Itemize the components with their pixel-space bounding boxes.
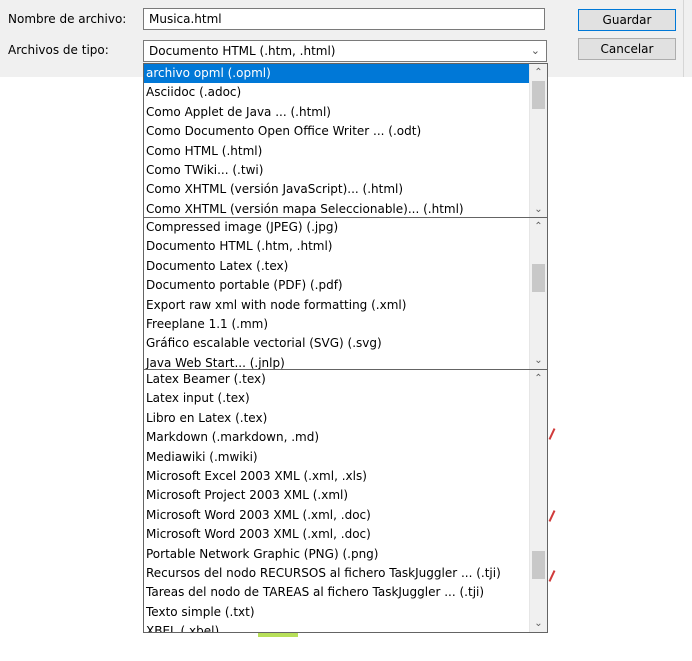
filetype-list-page-3[interactable]: Latex Beamer (.tex) Latex input (.tex) Lib… [143,369,548,633]
scrollbar[interactable]: ⌃ ⌄ [529,64,547,218]
list-item[interactable]: Compressed image (JPEG) (.jpg) [144,218,529,237]
filename-label: Nombre de archivo: [8,12,127,26]
list-item[interactable]: Asciidoc (.adoc) [144,83,529,102]
background-shape [258,633,298,637]
list-items: Compressed image (JPEG) (.jpg) Documento … [144,218,529,369]
list-item[interactable]: Markdown (.markdown, .md) [144,428,529,447]
scrollbar-thumb[interactable] [532,81,545,109]
list-item[interactable]: Latex Beamer (.tex) [144,370,529,389]
list-item[interactable]: Como Applet de Java ... (.html) [144,103,529,122]
background-mark [548,428,556,440]
list-item[interactable]: Microsoft Excel 2003 XML (.xml, .xls) [144,467,529,486]
cancel-button[interactable]: Cancelar [578,38,676,60]
list-items: archivo opml (.opml) Asciidoc (.adoc) Como… [144,64,529,218]
list-item[interactable]: Microsoft Word 2003 XML (.xml, .doc) [144,506,529,525]
list-item[interactable]: Documento HTML (.htm, .html) [144,237,529,256]
list-item[interactable]: Freeplane 1.1 (.mm) [144,315,529,334]
chevron-down-icon[interactable]: ⌄ [530,615,547,632]
chevron-down-icon[interactable]: ⌄ [530,201,547,218]
list-item[interactable]: Documento portable (PDF) (.pdf) [144,276,529,295]
scrollbar[interactable]: ⌃ ⌄ [529,370,547,632]
filetype-label: Archivos de tipo: [8,43,109,57]
list-item[interactable]: Como Documento Open Office Writer ... (.… [144,122,529,141]
save-button[interactable]: Guardar [578,9,676,31]
list-item[interactable]: Microsoft Project 2003 XML (.xml) [144,486,529,505]
list-item[interactable]: Texto simple (.txt) [144,603,529,622]
background-mark [548,510,556,522]
list-item[interactable]: Microsoft Word 2003 XML (.xml, .doc) [144,525,529,544]
filetype-dropdown[interactable]: Documento HTML (.htm, .html) ⌄ [143,40,547,62]
scrollbar-thumb[interactable] [532,264,545,293]
list-item[interactable]: Libro en Latex (.tex) [144,409,529,428]
chevron-up-icon[interactable]: ⌃ [530,370,547,387]
chevron-down-icon[interactable]: ⌄ [530,352,547,369]
list-item[interactable]: Gráfico escalable vectorial (SVG) (.svg) [144,334,529,353]
background-mark [548,570,556,582]
scrollbar[interactable]: ⌃ ⌄ [529,218,547,369]
filetype-selected-value: Documento HTML (.htm, .html) [149,44,336,58]
filetype-list-page-2[interactable]: Compressed image (JPEG) (.jpg) Documento … [143,217,548,370]
filename-input[interactable] [143,8,545,30]
list-items: Latex Beamer (.tex) Latex input (.tex) Lib… [144,370,529,632]
list-item[interactable]: Documento Latex (.tex) [144,257,529,276]
list-item[interactable]: Export raw xml with node formatting (.xm… [144,296,529,315]
filetype-list-page-1[interactable]: archivo opml (.opml) Asciidoc (.adoc) Como… [143,63,548,219]
list-item[interactable]: Como XHTML (versión JavaScript)... (.htm… [144,180,529,199]
chevron-down-icon[interactable]: ⌄ [531,44,540,57]
chevron-up-icon[interactable]: ⌃ [530,64,547,81]
scrollbar-thumb[interactable] [532,551,545,579]
list-item[interactable]: Java Web Start... (.jnlp) [144,354,529,369]
list-item[interactable]: Mediawiki (.mwiki) [144,448,529,467]
list-item[interactable]: Latex input (.tex) [144,389,529,408]
list-item[interactable]: Tareas del nodo de TAREAS al fichero Tas… [144,583,529,602]
list-item[interactable]: Como TWiki... (.twi) [144,161,529,180]
list-item[interactable]: Portable Network Graphic (PNG) (.png) [144,545,529,564]
list-item[interactable]: Como HTML (.html) [144,142,529,161]
list-item[interactable]: XBEL (.xbel) [144,622,529,632]
chevron-up-icon[interactable]: ⌃ [530,218,547,235]
dialog-edge [683,0,684,77]
list-item[interactable]: archivo opml (.opml) [144,64,529,84]
list-item[interactable]: Recursos del nodo RECURSOS al fichero Ta… [144,564,529,583]
